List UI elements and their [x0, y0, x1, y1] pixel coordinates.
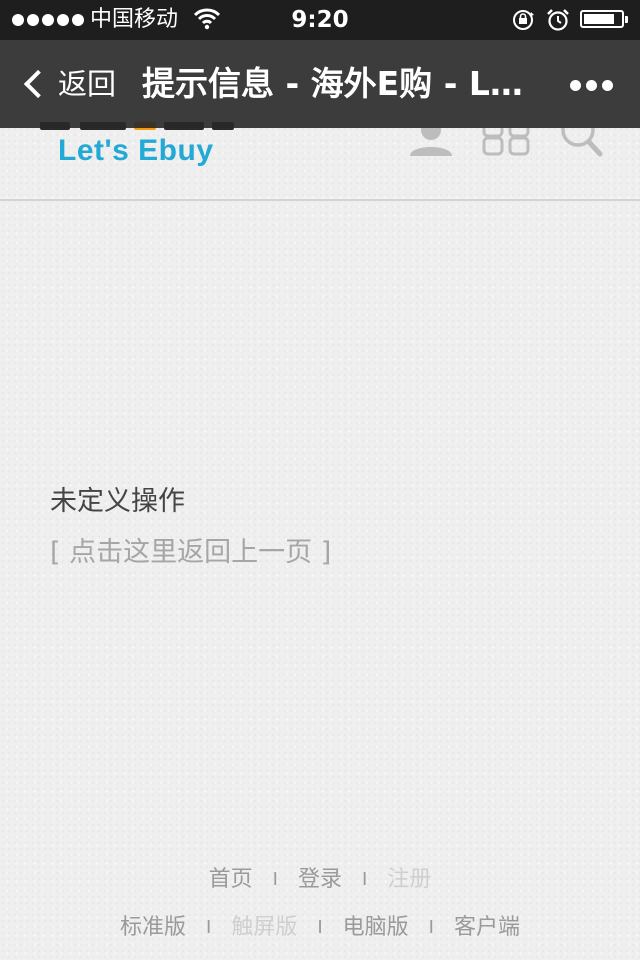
footer-link-home[interactable]: 首页 [209, 865, 253, 895]
search-icon[interactable] [556, 128, 606, 160]
footer-separator: I [206, 917, 212, 938]
footer-link-touch[interactable]: 触屏版 [231, 913, 297, 943]
rotation-lock-icon [513, 10, 534, 30]
site-logo[interactable]: Let's Ebuy [58, 131, 214, 171]
status-time: 9:20 [291, 7, 349, 33]
grid-icon[interactable] [482, 128, 532, 158]
footer-link-desktop[interactable]: 电脑版 [343, 913, 409, 943]
footer-link-register[interactable]: 注册 [387, 865, 431, 895]
footer-nav: 首页 I 登录 I 注册 [0, 865, 640, 895]
footer-separator: I [362, 869, 368, 890]
status-bar: 中国移动 9:20 [0, 0, 640, 40]
site-header: Let's Ebuy [0, 122, 640, 201]
back-label: 返回 [58, 67, 117, 101]
chevron-left-icon [23, 69, 53, 99]
nav-bar: 返回 提示信息 - 海外E购 - Let's Ebuy [0, 40, 640, 128]
user-icon[interactable] [408, 128, 454, 158]
alarm-icon [547, 9, 569, 31]
more-menu-button[interactable] [566, 76, 617, 95]
footer-versions: 标准版 I 触屏版 I 电脑版 I 客户端 [0, 913, 640, 943]
footer-separator: I [317, 917, 323, 938]
footer-link-standard[interactable]: 标准版 [120, 913, 186, 943]
more-dots-icon [570, 80, 581, 91]
page-title: 提示信息 - 海外E购 - Let's Ebuy [142, 64, 532, 103]
battery-icon [580, 10, 628, 28]
footer-link-login[interactable]: 登录 [298, 865, 342, 895]
error-message: 未定义操作 [50, 486, 185, 517]
back-button[interactable]: 返回 [18, 62, 116, 106]
return-link[interactable]: [ 点击这里返回上一页 ] [50, 533, 331, 573]
footer-separator: I [428, 917, 434, 938]
footer-link-client[interactable]: 客户端 [454, 913, 520, 943]
footer-separator: I [272, 869, 278, 890]
